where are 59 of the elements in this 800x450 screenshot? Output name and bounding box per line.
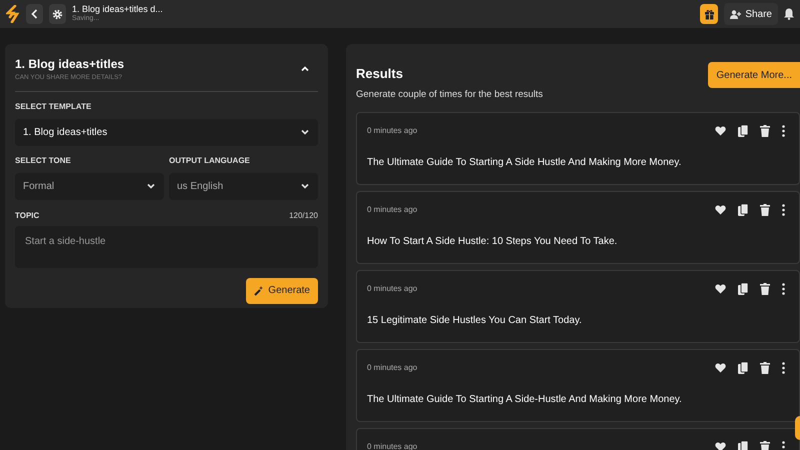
character-count: 120/120	[289, 210, 318, 222]
copy-icon[interactable]	[738, 282, 748, 295]
chevron-down-icon	[300, 181, 310, 192]
add-user-icon	[730, 10, 742, 18]
help-bubble[interactable]	[795, 416, 800, 440]
document-title: 1. Blog ideas+titles d...	[72, 4, 163, 15]
copy-icon[interactable]	[738, 440, 748, 450]
chevron-up-icon[interactable]	[300, 64, 310, 74]
heart-icon[interactable]	[715, 442, 726, 450]
result-text: How To Start A Side Hustle: 10 Steps You Need To Take.	[367, 234, 618, 249]
topic-field[interactable]: Start a side-hustle	[15, 226, 318, 268]
chevron-left-icon	[31, 9, 38, 19]
chevron-down-icon	[146, 181, 156, 192]
field-label: SELECT TEMPLATE	[15, 100, 92, 113]
heart-icon[interactable]	[715, 284, 726, 294]
field-label: SELECT TONE	[15, 154, 72, 167]
result-text: The Ultimate Guide To Starting A Side Hustle And Making More Money.	[367, 156, 682, 170]
trash-icon[interactable]	[760, 204, 770, 216]
language-select[interactable]: us English	[169, 172, 318, 200]
gift-button[interactable]	[700, 4, 718, 24]
copy-icon[interactable]	[738, 124, 748, 137]
field-label: TOPIC	[15, 210, 40, 222]
heart-icon[interactable]	[715, 362, 726, 373]
timestamp: 0 minutes ago	[367, 362, 418, 374]
form-title: 1. Blog ideas+titles	[15, 56, 124, 73]
chevron-down-icon	[300, 127, 310, 138]
gift-icon	[704, 8, 715, 20]
heart-icon[interactable]	[715, 126, 726, 136]
timestamp: 0 minutes ago	[367, 204, 418, 216]
tone-select[interactable]: Formal	[15, 172, 164, 200]
field-label: OUTPUT LANGUAGE	[169, 154, 251, 167]
results-subtitle: Generate couple of times for the best results	[356, 88, 543, 102]
trash-icon[interactable]	[760, 440, 770, 450]
results-title: Results	[356, 65, 404, 83]
timestamp: 0 minutes ago	[367, 124, 418, 137]
timestamp: 0 minutes ago	[367, 282, 418, 295]
share-button[interactable]: Share	[724, 3, 778, 25]
copy-icon[interactable]	[738, 362, 748, 374]
settings-button[interactable]	[49, 4, 66, 24]
more-icon[interactable]	[782, 282, 785, 295]
generate-more-button[interactable]: Generate More...	[708, 62, 800, 88]
back-button[interactable]	[26, 4, 43, 24]
result-text: The Ultimate Guide To Starting A Side-Hustle And Making More Money.	[367, 392, 683, 407]
heart-icon[interactable]	[715, 204, 726, 215]
trash-icon[interactable]	[760, 124, 770, 137]
bell-icon[interactable]	[784, 8, 794, 20]
template-select[interactable]: 1. Blog ideas+titles	[15, 118, 318, 146]
more-icon[interactable]	[782, 440, 785, 450]
more-icon[interactable]	[782, 204, 785, 216]
logo-icon	[6, 5, 20, 23]
result-text: 15 Legitimate Side Hustles You Can Start Today.	[367, 314, 583, 328]
trash-icon[interactable]	[760, 282, 770, 295]
copy-icon[interactable]	[738, 204, 748, 216]
gear-icon	[52, 8, 63, 20]
more-icon[interactable]	[782, 124, 785, 137]
trash-icon[interactable]	[760, 362, 770, 374]
magic-wand-icon	[254, 286, 264, 296]
generate-button[interactable]: Generate	[246, 278, 318, 304]
more-icon[interactable]	[782, 362, 785, 374]
